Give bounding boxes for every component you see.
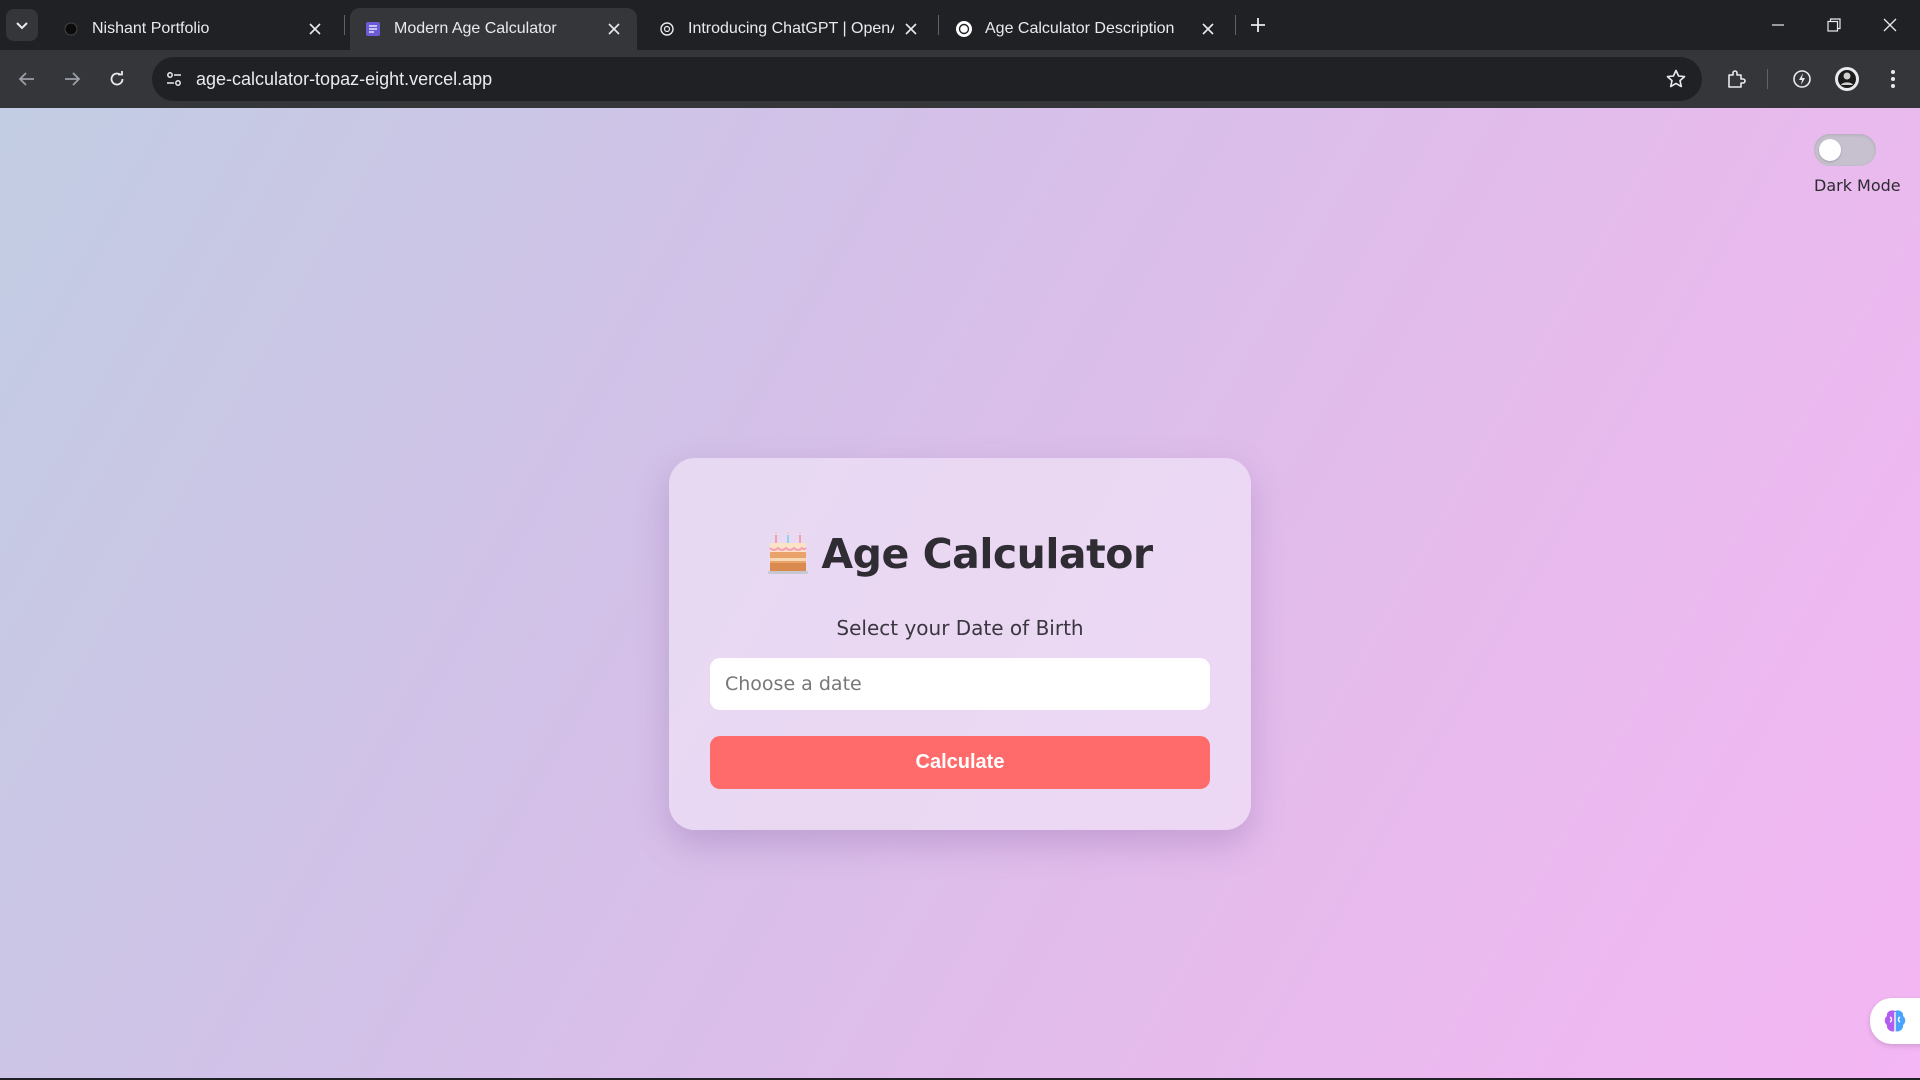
site-info-button[interactable] (158, 63, 190, 95)
back-button[interactable] (10, 62, 44, 96)
tab-strip: Nishant Portfolio Modern Age Calculator … (0, 0, 1920, 50)
speed-icon (1793, 70, 1811, 88)
tab-title: Age Calculator Description (985, 20, 1175, 37)
tune-icon (167, 72, 181, 86)
new-tab-button[interactable] (1244, 11, 1272, 39)
dark-circle-icon (62, 20, 80, 38)
minimize-button[interactable] (1750, 0, 1806, 50)
floating-extension-widget[interactable] (1870, 998, 1920, 1044)
tab-separator (344, 15, 345, 35)
close-icon[interactable] (900, 18, 922, 40)
chevron-down-icon (16, 22, 28, 30)
toggle-knob (1819, 139, 1841, 161)
dark-mode-toggle[interactable] (1814, 134, 1876, 166)
performance-button[interactable] (1785, 62, 1819, 96)
birthday-cake-icon (767, 532, 809, 574)
close-icon[interactable] (603, 18, 625, 40)
star-icon (1666, 69, 1686, 88)
browser-toolbar: age-calculator-topaz-eight.vercel.app (0, 50, 1920, 108)
profile-button[interactable] (1830, 62, 1864, 96)
dark-mode-label: Dark Mode (1814, 176, 1901, 195)
page-icon (364, 20, 382, 38)
arrow-right-icon (65, 72, 81, 86)
tab-title: Introducing ChatGPT | OpenAI (688, 20, 894, 37)
forward-button[interactable] (55, 62, 89, 96)
title-text: Age Calculator (821, 530, 1153, 578)
page-viewport: Dark Mode Age Calculator Select your Dat… (0, 108, 1920, 1078)
page-title: Age Calculator (669, 530, 1251, 578)
age-calculator-card: Age Calculator Select your Date of Birth… (669, 458, 1251, 830)
close-icon (1883, 18, 1897, 32)
restore-icon (1827, 18, 1841, 32)
tab-search-button[interactable] (6, 9, 38, 41)
date-of-birth-input[interactable] (710, 658, 1210, 710)
bookmark-button[interactable] (1664, 67, 1688, 91)
extensions-button[interactable] (1719, 62, 1753, 96)
more-vertical-icon (1891, 70, 1895, 88)
toolbar-divider (1767, 69, 1768, 89)
openai-icon (658, 20, 676, 38)
close-icon[interactable] (304, 18, 326, 40)
close-icon[interactable] (1197, 18, 1219, 40)
tab-modern-age-calculator[interactable]: Modern Age Calculator (350, 8, 637, 50)
plus-icon (1251, 18, 1265, 32)
dob-label: Select your Date of Birth (836, 616, 1084, 640)
chatgpt-icon (955, 20, 973, 38)
tab-nishant-portfolio[interactable]: Nishant Portfolio (48, 8, 338, 50)
avatar (1835, 67, 1859, 91)
minimize-icon (1772, 24, 1784, 26)
address-bar[interactable]: age-calculator-topaz-eight.vercel.app (152, 57, 1702, 101)
tab-title: Modern Age Calculator (394, 20, 557, 37)
tab-age-calculator-description[interactable]: Age Calculator Description (941, 8, 1231, 50)
reload-icon (110, 71, 124, 86)
menu-button[interactable] (1876, 62, 1910, 96)
tab-introducing-chatgpt[interactable]: Introducing ChatGPT | OpenAI (644, 8, 934, 50)
tab-separator (1235, 15, 1236, 35)
tab-title: Nishant Portfolio (92, 20, 210, 37)
restore-button[interactable] (1806, 0, 1862, 50)
calculate-button[interactable]: Calculate (710, 736, 1210, 789)
brain-icon (1884, 1010, 1906, 1032)
reload-button[interactable] (100, 62, 134, 96)
puzzle-icon (1728, 70, 1746, 88)
close-window-button[interactable] (1862, 0, 1918, 50)
url-text[interactable]: age-calculator-topaz-eight.vercel.app (196, 69, 492, 90)
arrow-left-icon (18, 72, 34, 86)
tab-separator (938, 15, 939, 35)
